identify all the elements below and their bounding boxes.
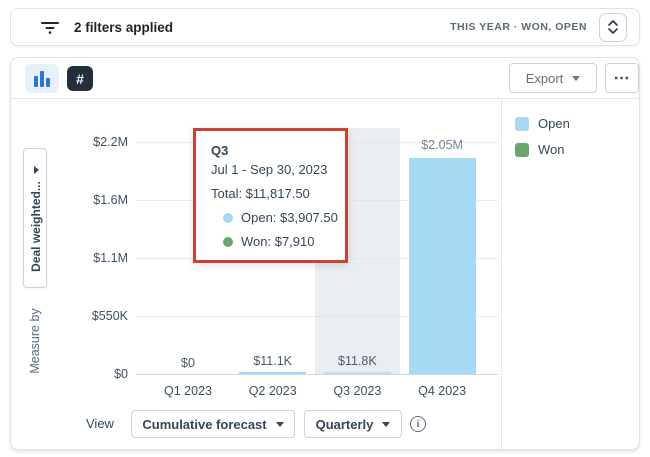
chevron-down-icon bbox=[276, 422, 284, 427]
legend-item-label: Won bbox=[538, 142, 565, 157]
legend-item-label: Open bbox=[538, 116, 570, 131]
tooltip-series-label: Won: $7,910 bbox=[241, 234, 314, 249]
export-label: Export bbox=[526, 71, 564, 86]
bar-value-label: $2.05M bbox=[402, 138, 482, 152]
y-axis-tick-label: $1.1M bbox=[93, 251, 128, 265]
measure-by-dropdown-label: Deal weighted... bbox=[29, 181, 43, 272]
chevron-down-icon bbox=[572, 76, 580, 81]
tooltip-series-row: Open: $3,907.50 bbox=[223, 210, 345, 225]
legend-item: Open bbox=[515, 116, 570, 131]
filter-bar: 2 filters applied THIS YEAR · WON, OPEN bbox=[10, 8, 640, 46]
y-axis-tick-label: $550K bbox=[92, 309, 128, 323]
info-icon[interactable]: i bbox=[410, 416, 426, 432]
bar-value-label: $11.1K bbox=[233, 354, 313, 368]
filter-summary-text: THIS YEAR · WON, OPEN bbox=[450, 21, 587, 33]
forecast-type-dropdown-label: Cumulative forecast bbox=[142, 417, 266, 432]
period-dropdown[interactable]: Quarterly bbox=[304, 410, 402, 438]
tooltip-series-label: Open: $3,907.50 bbox=[241, 210, 338, 225]
chart-legend: Open Won bbox=[515, 116, 570, 157]
legend-item: Won bbox=[515, 142, 570, 157]
x-axis-label: Q3 2023 bbox=[315, 384, 399, 398]
bar-chart-icon bbox=[34, 76, 38, 87]
x-axis-label: Q2 2023 bbox=[231, 384, 315, 398]
y-axis-tick-label: $2.2M bbox=[93, 135, 128, 149]
legend-divider bbox=[501, 99, 502, 450]
measure-by-dropdown[interactable]: Deal weighted... bbox=[23, 148, 47, 288]
bar-value-label: $11.8K bbox=[317, 354, 397, 368]
chart-tooltip: Q3 Jul 1 - Sep 30, 2023 Total: $11,817.5… bbox=[193, 128, 348, 263]
tooltip-series-row: Won: $7,910 bbox=[223, 234, 345, 249]
filters-applied-label: 2 filters applied bbox=[74, 20, 173, 35]
x-axis-label: Q4 2023 bbox=[400, 384, 484, 398]
legend-swatch bbox=[515, 117, 529, 131]
legend-swatch bbox=[515, 143, 529, 157]
y-axis-tick-label: $1.6M bbox=[93, 193, 128, 207]
filter-expand-button[interactable] bbox=[599, 13, 627, 42]
series-dot-icon bbox=[223, 213, 233, 223]
tooltip-title: Q3 bbox=[211, 143, 345, 158]
filter-icon bbox=[39, 19, 61, 36]
bar-q4-2023[interactable] bbox=[409, 158, 476, 374]
expand-collapse-icon bbox=[607, 19, 619, 35]
chevron-down-icon bbox=[34, 166, 39, 174]
bar-chart-view-button[interactable] bbox=[25, 64, 59, 93]
y-axis-tick-label: $0 bbox=[114, 367, 128, 381]
period-dropdown-label: Quarterly bbox=[316, 417, 374, 432]
bar-value-label: $0 bbox=[148, 356, 228, 370]
measure-by-axis-label: Measure by bbox=[23, 286, 47, 396]
chevron-down-icon bbox=[382, 422, 390, 427]
export-button[interactable]: Export bbox=[509, 63, 597, 93]
view-label: View bbox=[86, 416, 114, 431]
forecast-widget: 2 filters applied THIS YEAR · WON, OPEN … bbox=[0, 0, 650, 457]
bar-q2-2023[interactable] bbox=[239, 372, 306, 374]
x-axis-label: Q1 2023 bbox=[146, 384, 230, 398]
forecast-type-dropdown[interactable]: Cumulative forecast bbox=[131, 410, 295, 438]
tooltip-date-range: Jul 1 - Sep 30, 2023 bbox=[211, 162, 345, 177]
tooltip-items: Open: $3,907.50 Won: $7,910 bbox=[211, 210, 345, 249]
series-dot-icon bbox=[223, 237, 233, 247]
tooltip-total: Total: $11,817.50 bbox=[211, 186, 345, 201]
gridline bbox=[136, 374, 498, 375]
toolbar-divider bbox=[11, 98, 639, 99]
more-options-button[interactable]: ⋯ bbox=[605, 63, 639, 93]
numeric-view-button[interactable]: # bbox=[67, 66, 93, 91]
